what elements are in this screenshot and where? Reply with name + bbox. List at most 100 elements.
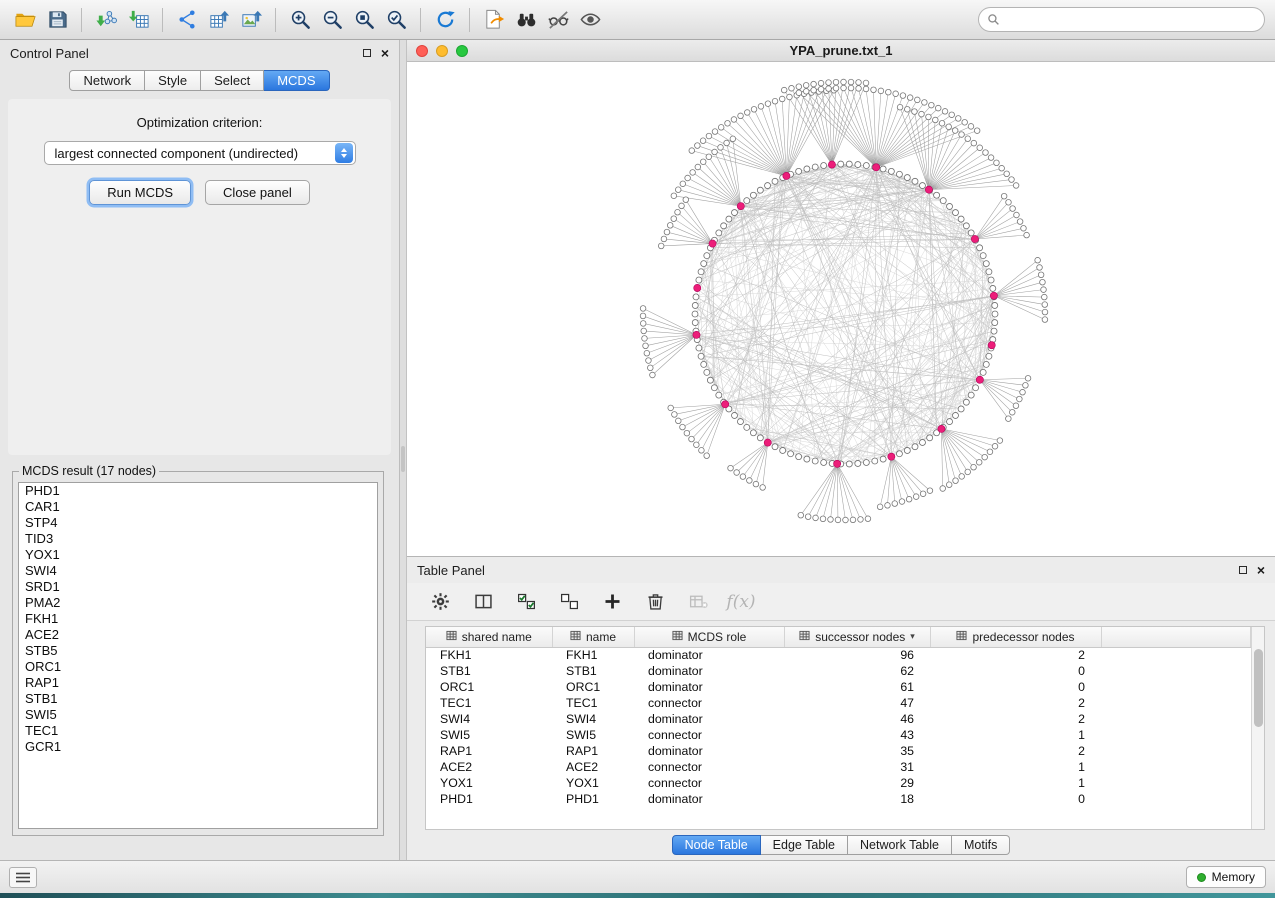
table-scrollbar-thumb[interactable] [1254, 649, 1263, 727]
export-table-button[interactable] [204, 5, 234, 35]
toggle-visibility-button[interactable] [543, 5, 573, 35]
mcds-result-item[interactable]: GCR1 [19, 739, 377, 755]
tab-mcds[interactable]: MCDS [264, 70, 329, 91]
status-bar: Memory [0, 860, 1275, 893]
table-settings-button[interactable] [427, 589, 453, 615]
mcds-panel-body: Optimization criterion: largest connecte… [8, 99, 391, 455]
zoom-in-button[interactable] [285, 5, 315, 35]
tab-network-table[interactable]: Network Table [848, 835, 952, 855]
column-header[interactable]: MCDS role [634, 627, 784, 647]
mcds-result-item[interactable]: PHD1 [19, 483, 377, 499]
search-box[interactable] [978, 7, 1265, 32]
toolbar-separator [275, 8, 276, 32]
mcds-result-item[interactable]: SWI5 [19, 707, 377, 723]
attribute-grid-icon [446, 630, 457, 644]
mcds-result-item[interactable]: TID3 [19, 531, 377, 547]
delete-table-icon [688, 591, 709, 612]
import-network-button[interactable] [91, 5, 121, 35]
tab-motifs[interactable]: Motifs [952, 835, 1010, 855]
control-panel-header: Control Panel × [0, 40, 399, 66]
mcds-result-item[interactable]: YOX1 [19, 547, 377, 563]
mcds-result-item[interactable]: PMA2 [19, 595, 377, 611]
delete-column-button[interactable] [642, 589, 668, 615]
add-column-button[interactable] [599, 589, 625, 615]
network-canvas[interactable] [407, 62, 1275, 556]
close-panel-icon[interactable]: × [381, 46, 389, 60]
run-mcds-button[interactable]: Run MCDS [89, 180, 191, 205]
mcds-result-item[interactable]: CAR1 [19, 499, 377, 515]
export-network-button[interactable] [172, 5, 202, 35]
table-row[interactable]: SWI4SWI4dominator462 [426, 711, 1251, 727]
toolbar-separator [162, 8, 163, 32]
control-panel-tabs: Network Style Select MCDS [0, 70, 399, 91]
share-document-button[interactable] [479, 5, 509, 35]
table-scrollbar[interactable] [1251, 627, 1264, 829]
attribute-grid-icon [672, 630, 683, 644]
mcds-result-item[interactable]: ORC1 [19, 659, 377, 675]
tab-edge-table[interactable]: Edge Table [761, 835, 848, 855]
table-panel: Table Panel × [407, 557, 1275, 860]
mcds-result-item[interactable]: STB1 [19, 691, 377, 707]
table-row[interactable]: PHD1PHD1dominator180 [426, 791, 1251, 807]
gear-icon [430, 591, 451, 612]
refresh-button[interactable] [430, 5, 460, 35]
table-row[interactable]: STB1STB1dominator620 [426, 663, 1251, 679]
table-row[interactable]: TEC1TEC1connector472 [426, 695, 1251, 711]
table-row[interactable]: ORC1ORC1dominator610 [426, 679, 1251, 695]
mcds-result-item[interactable]: SWI4 [19, 563, 377, 579]
import-table-button[interactable] [123, 5, 153, 35]
mcds-result-item[interactable]: STP4 [19, 515, 377, 531]
mcds-result-item[interactable]: SRD1 [19, 579, 377, 595]
show-graphics-button[interactable] [575, 5, 605, 35]
float-panel-icon[interactable] [363, 49, 371, 57]
table-row[interactable]: FKH1FKH1dominator962 [426, 647, 1251, 663]
column-header[interactable]: shared name [426, 627, 552, 647]
table-row[interactable]: YOX1YOX1connector291 [426, 775, 1251, 791]
refresh-icon [434, 8, 457, 31]
open-session-button[interactable] [10, 5, 40, 35]
deselect-all-button[interactable] [556, 589, 582, 615]
binoculars-icon [515, 8, 538, 31]
table-row[interactable]: ACE2ACE2connector311 [426, 759, 1251, 775]
criterion-dropdown[interactable]: largest connected component (undirected) [44, 141, 356, 165]
mcds-result-item[interactable]: ACE2 [19, 627, 377, 643]
close-panel-button[interactable]: Close panel [205, 180, 310, 205]
tab-style[interactable]: Style [145, 70, 201, 91]
export-image-button[interactable] [236, 5, 266, 35]
vertical-splitter[interactable] [400, 40, 407, 860]
memory-button[interactable]: Memory [1186, 866, 1266, 888]
table-row[interactable]: RAP1RAP1dominator352 [426, 743, 1251, 759]
mcds-result-list[interactable]: PHD1CAR1STP4TID3YOX1SWI4SRD1PMA2FKH1ACE2… [18, 482, 378, 829]
mcds-result-item[interactable]: STB5 [19, 643, 377, 659]
table-toolbar: f(x) [407, 583, 1275, 621]
zoom-fit-button[interactable] [349, 5, 379, 35]
column-header[interactable]: name [552, 627, 634, 647]
splitter-grip[interactable] [401, 446, 405, 472]
tab-select[interactable]: Select [201, 70, 264, 91]
toolbar-separator [469, 8, 470, 32]
network-view-window: YPA_prune.txt_1 [407, 40, 1275, 557]
tab-node-table[interactable]: Node Table [672, 835, 761, 855]
search-network-button[interactable] [511, 5, 541, 35]
log-console-button[interactable] [9, 867, 37, 888]
zoom-selected-button[interactable] [381, 5, 411, 35]
zoom-out-button[interactable] [317, 5, 347, 35]
mcds-result-item[interactable]: FKH1 [19, 611, 377, 627]
export-network-icon [176, 8, 199, 31]
save-session-button[interactable] [42, 5, 72, 35]
zoom-out-icon [321, 8, 344, 31]
mcds-result-item[interactable]: TEC1 [19, 723, 377, 739]
memory-status-icon [1197, 873, 1206, 882]
float-table-panel-icon[interactable] [1239, 566, 1247, 574]
select-all-button[interactable] [513, 589, 539, 615]
column-header[interactable]: successor nodes▾ [784, 627, 930, 647]
tab-network[interactable]: Network [69, 70, 145, 91]
folder-icon [14, 8, 37, 31]
column-header[interactable]: predecessor nodes [930, 627, 1101, 647]
mcds-result-item[interactable]: RAP1 [19, 675, 377, 691]
close-table-panel-icon[interactable]: × [1257, 563, 1265, 577]
network-graph [407, 62, 1274, 556]
search-input[interactable] [1005, 13, 1256, 27]
table-row[interactable]: SWI5SWI5connector431 [426, 727, 1251, 743]
show-columns-button[interactable] [470, 589, 496, 615]
